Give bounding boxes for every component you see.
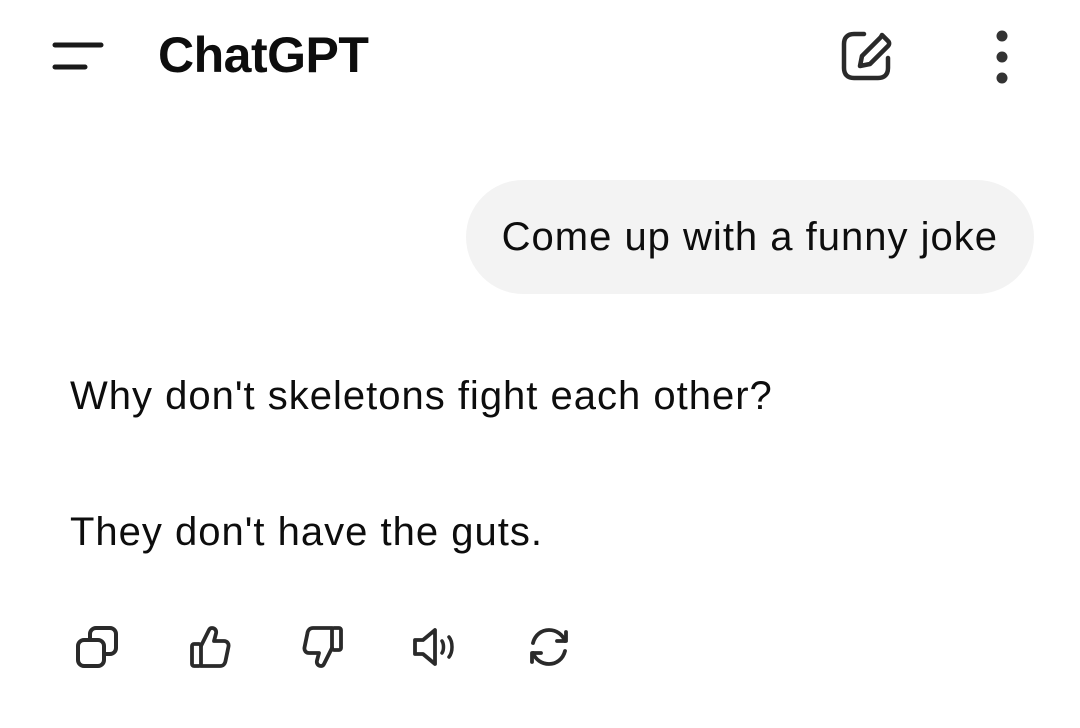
thumbs-down-button[interactable] <box>280 612 366 682</box>
thumbs-up-button[interactable] <box>167 612 253 682</box>
user-message-text: Come up with a funny joke <box>501 214 998 259</box>
thumbs-down-icon <box>301 624 345 670</box>
user-message-bubble: Come up with a funny joke <box>465 180 1034 294</box>
message-actions-bar <box>54 612 619 682</box>
read-aloud-button[interactable] <box>393 612 479 682</box>
copy-button[interactable] <box>54 612 140 682</box>
new-chat-button[interactable] <box>830 22 902 90</box>
regenerate-icon <box>525 623 573 671</box>
top-bar: ChatGPT <box>0 0 1080 112</box>
regenerate-button[interactable] <box>506 612 592 682</box>
assistant-message-line: Why don't skeletons fight each other? <box>70 374 773 418</box>
read-aloud-icon <box>411 625 461 669</box>
more-options-button[interactable] <box>972 22 1032 90</box>
assistant-message-line: They don't have the guts. <box>70 510 543 554</box>
app-title: ChatGPT <box>158 27 369 83</box>
copy-icon <box>74 624 120 670</box>
more-vertical-icon <box>995 28 1009 84</box>
new-chat-icon <box>838 28 894 84</box>
menu-icon <box>52 40 104 72</box>
thumbs-up-icon <box>188 624 232 670</box>
menu-button[interactable] <box>40 28 116 84</box>
